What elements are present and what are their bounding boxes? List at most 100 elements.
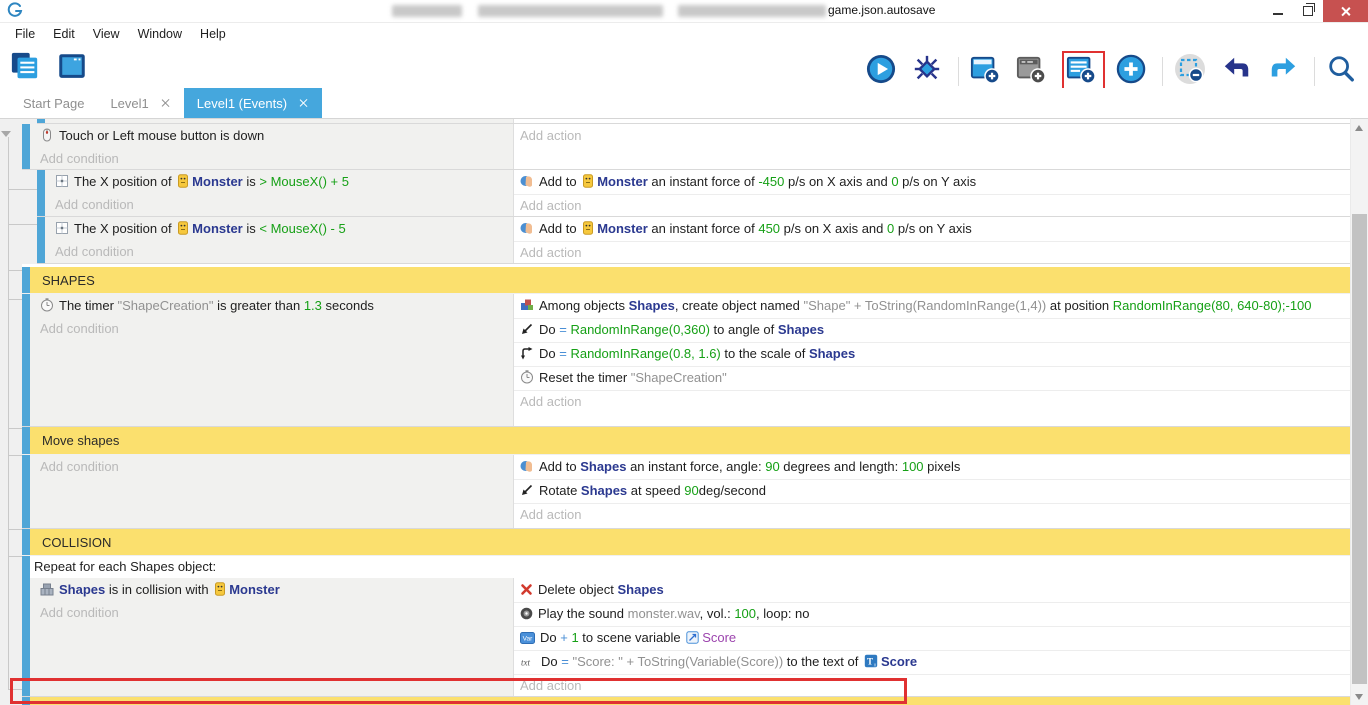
scroll-up-icon[interactable]: [1355, 125, 1363, 131]
comment-label: COLLISION: [30, 529, 1351, 555]
add-condition-button[interactable]: Add condition: [30, 456, 513, 477]
event-block[interactable]: The X position of Monster is > MouseX() …: [37, 170, 1351, 217]
text-segment: an instant force of: [648, 174, 759, 189]
event-selection-bar[interactable]: [37, 217, 45, 263]
action-row[interactable]: txtDo = "Score: " + ToString(Variable(Sc…: [514, 651, 1351, 675]
event-selection-bar[interactable]: [37, 119, 45, 123]
text-segment: p/s on Y axis: [894, 221, 972, 236]
action-row[interactable]: Delete object Shapes: [514, 579, 1351, 603]
mouse-icon: [40, 127, 54, 148]
foreach-header[interactable]: Repeat for each Shapes object:: [30, 556, 1351, 578]
event-selection-bar[interactable]: [22, 455, 30, 528]
tab-start-page[interactable]: Start Page: [10, 88, 97, 118]
monster-icon: [177, 173, 189, 194]
scrollbar-thumb[interactable]: [1352, 214, 1367, 684]
menu-file[interactable]: File: [6, 27, 44, 41]
string-parameter: "Score: " + ToString(Variable(Score)): [572, 654, 783, 669]
condition-row[interactable]: The X position of Monster is > MouseX() …: [45, 171, 513, 194]
tab-level1[interactable]: Level1: [97, 88, 183, 118]
add-action-button[interactable]: Add action: [514, 125, 1351, 146]
event-block[interactable]: Touch or Left mouse button is downAdd co…: [22, 124, 1351, 170]
object-name: Monster: [229, 582, 280, 597]
comment-event[interactable]: COLLISION: [22, 529, 1351, 556]
text-segment: an instant force, angle:: [626, 459, 765, 474]
tab-close-icon[interactable]: [299, 98, 309, 108]
add-event-button[interactable]: [1066, 54, 1101, 89]
object-name: Shapes: [581, 483, 627, 498]
foreach-body: Repeat for each Shapes object:Shapes is …: [30, 556, 1351, 696]
menu-window[interactable]: Window: [129, 27, 191, 41]
action-row[interactable]: Play the sound monster.wav, vol.: 100, l…: [514, 603, 1351, 627]
event-selection-bar[interactable]: [22, 294, 30, 426]
event-selection-bar[interactable]: [22, 124, 30, 169]
scroll-down-icon[interactable]: [1355, 694, 1363, 700]
add-action-button[interactable]: Add action: [514, 504, 1351, 525]
event-selection-bar[interactable]: [22, 267, 30, 293]
foreach-event[interactable]: Repeat for each Shapes object:Shapes is …: [22, 556, 1351, 697]
event-selection-bar[interactable]: [37, 170, 45, 216]
condition-row[interactable]: Touch or Left mouse button is down: [30, 125, 513, 148]
restore-button[interactable]: [1293, 0, 1323, 22]
add-action-button[interactable]: Add action: [514, 195, 1351, 216]
action-row[interactable]: VarDo + 1 to scene variable Score: [514, 627, 1351, 651]
event-block[interactable]: The X position of Monster is < MouseX() …: [37, 217, 1351, 264]
timer-icon: [520, 369, 534, 390]
menu-view[interactable]: View: [84, 27, 129, 41]
condition-row[interactable]: The X position of Monster is < MouseX() …: [45, 218, 513, 241]
string-parameter: "ShapeCreation": [118, 298, 214, 313]
conditions-cell: The X position of Monster is < MouseX() …: [45, 217, 513, 263]
add-condition-button[interactable]: Add condition: [45, 194, 513, 215]
action-row[interactable]: Reset the timer "ShapeCreation": [514, 367, 1351, 391]
project-manager-button[interactable]: [10, 51, 45, 86]
vertical-scrollbar[interactable]: [1350, 118, 1368, 705]
undo-button[interactable]: [1222, 54, 1257, 89]
minimize-button[interactable]: [1263, 0, 1293, 22]
action-row[interactable]: Add to Shapes an instant force, angle: 9…: [514, 456, 1351, 480]
redo-button[interactable]: [1268, 54, 1303, 89]
add-condition-button[interactable]: Add condition: [30, 602, 513, 623]
search-button[interactable]: [1326, 54, 1361, 89]
action-row[interactable]: Add to Monster an instant force of -450 …: [514, 171, 1351, 195]
expression-value: 1: [571, 630, 578, 645]
action-row[interactable]: Rotate Shapes at speed 90deg/second: [514, 480, 1351, 504]
action-row[interactable]: Among objects Shapes, create object name…: [514, 295, 1351, 319]
add-object-group-button[interactable]: [1016, 54, 1051, 89]
toolbar-left-group: [10, 51, 92, 86]
text-segment: seconds: [322, 298, 374, 313]
condition-row[interactable]: Shapes is in collision with Monster: [30, 579, 513, 602]
deselect-button[interactable]: [1174, 53, 1211, 90]
action-row[interactable]: Do = RandomInRange(0,360) to angle of Sh…: [514, 319, 1351, 343]
scene-editor-button[interactable]: [57, 51, 92, 86]
text-segment: The X position of: [74, 221, 175, 236]
add-condition-button[interactable]: Add condition: [30, 318, 513, 339]
event-block[interactable]: Add conditionAdd to Shapes an instant fo…: [22, 455, 1351, 529]
debug-button[interactable]: [912, 54, 947, 89]
event-selection-bar[interactable]: [22, 529, 30, 555]
text-segment: Do: [539, 346, 559, 361]
add-object-button[interactable]: [970, 54, 1005, 89]
add-condition-button[interactable]: Add condition: [45, 241, 513, 262]
add-condition-button[interactable]: Add condition: [30, 148, 513, 169]
expression-value: RandomInRange(80, 640-80);-100: [1113, 298, 1312, 313]
tab-close-icon[interactable]: [161, 98, 171, 108]
action-row[interactable]: Add to Monster an instant force of 450 p…: [514, 218, 1351, 242]
add-action-button[interactable]: Add action: [514, 242, 1351, 263]
action-row[interactable]: Do = RandomInRange(0.8, 1.6) to the scal…: [514, 343, 1351, 367]
event-selection-bar[interactable]: [22, 556, 30, 696]
operator: =: [559, 322, 570, 337]
event-selection-bar[interactable]: [22, 427, 30, 454]
add-new-button[interactable]: [1116, 54, 1151, 89]
condition-row[interactable]: The timer "ShapeCreation" is greater tha…: [30, 295, 513, 318]
close-button[interactable]: [1323, 0, 1368, 22]
event-block[interactable]: The timer "ShapeCreation" is greater tha…: [22, 294, 1351, 427]
add-action-button[interactable]: Add action: [514, 391, 1351, 412]
comment-event[interactable]: SHAPES: [22, 267, 1351, 294]
comment-event[interactable]: Move shapes: [22, 427, 1351, 455]
menu-edit[interactable]: Edit: [44, 27, 84, 41]
play-button[interactable]: [866, 54, 901, 89]
force-icon: [520, 220, 534, 241]
actions-cell: Add to Shapes an instant force, angle: 9…: [513, 455, 1351, 528]
menu-help[interactable]: Help: [191, 27, 235, 41]
redacted-text-blur: [392, 5, 462, 17]
tab-level1-events[interactable]: Level1 (Events): [184, 88, 322, 118]
